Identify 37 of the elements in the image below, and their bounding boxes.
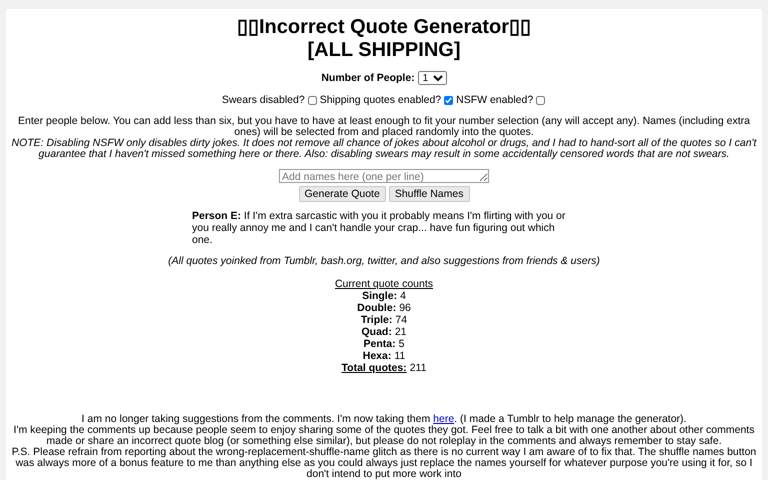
option-checkbox[interactable] — [444, 96, 454, 104]
count-label: Total quotes: — [342, 362, 407, 374]
count-label: Single: — [362, 290, 398, 302]
quote-text: Person E: If I'm extra sarcastic with you it probably means I'm flirting with you or you really annoy me and I can't handle your crap... have fun figuring out which one. — [192, 210, 566, 246]
count-label: Double: — [357, 302, 396, 314]
notice-text: I am no longer taking suggestions from the comments. I'm now taking them — [82, 413, 430, 425]
count-value: 4 — [400, 290, 406, 302]
count-value: 11 — [394, 350, 406, 362]
option-label: Swears disabled? — [222, 94, 305, 106]
option-checkbox[interactable] — [536, 96, 546, 104]
note-text: NOTE: Disabling NSFW only disables dirty jokes. It does not remove all chance of jokes about alcohol or drugs, and I had to hand-sort all of the quotes so I can't guarantee that I haven't missed something here or there. Also: disabling swears may result in some accidentally censored words that are not swears. — [11, 138, 757, 160]
count-value: 74 — [395, 314, 408, 326]
count-label: Penta: — [364, 338, 396, 350]
count-label: Hexa: — [362, 350, 392, 362]
count-value: 21 — [394, 326, 407, 338]
ps-text: P.S. Please refrain from reporting about the wrong-replacement-shuffle-name glitch as there is no current way I am aware of to fix that. The shuffle names button was always more of a bonus feature to me than anything else as you could always just replace the names yourself for whatever purpose you're using it for, so I don't intend to put more work into — [11, 447, 757, 480]
action-button[interactable]: Generate Quote — [298, 186, 386, 202]
page-title: ▯▯Incorrect Quote Generator▯▯ — [236, 16, 532, 39]
names-field[interactable]: Add names here (one per line) — [279, 169, 489, 183]
count-value: 96 — [399, 302, 411, 314]
action-button[interactable]: Shuffle Names — [388, 186, 470, 202]
count-value: 211 — [410, 362, 426, 374]
count-value: 5 — [398, 338, 404, 350]
counts-heading: Current quote counts — [334, 279, 434, 290]
page-title: [ALL SHIPPING] — [308, 39, 460, 62]
option-label: Shipping quotes enabled? — [320, 94, 442, 106]
intro-text: Enter people below. You can add less than six, but you have to have at least enough to fit your number selection (any will accept any). Names (including extra ones) will be selected from and placed randomly into the quotes. — [17, 116, 751, 138]
notice-text: . (I made a Tumblr to help manage the generator). — [454, 413, 686, 425]
option-label: NSFW enabled? — [456, 94, 534, 106]
option-checkbox[interactable] — [308, 96, 317, 104]
credits-text: (All quotes yoinked from Tumblr, bash.org, twitter, and also suggestions from friends & users) — [167, 256, 601, 267]
comments-text: I'm keeping the comments up because people seem to enjoy sharing some of the quotes they got. Feel free to talk a bit with one another about other comments made or share an incorrect quote blog (or something else similar), but please do not roleplay in the comments and always remember to stay safe. — [12, 425, 756, 447]
count-label: Quad: — [361, 326, 392, 338]
field-label: Number of People: — [321, 72, 415, 84]
here-link[interactable]: here — [433, 413, 454, 425]
count-label: Triple: — [360, 314, 392, 326]
people-select[interactable]: 1 — [418, 71, 447, 85]
